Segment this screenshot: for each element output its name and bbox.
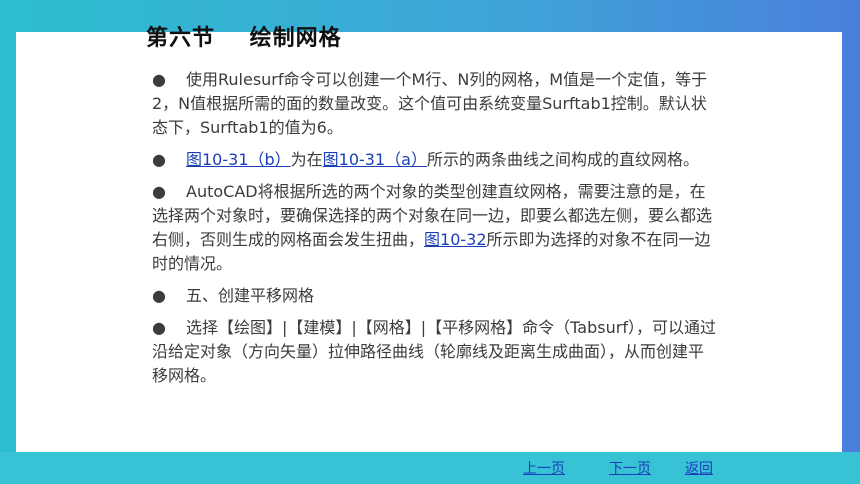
paragraph-rulesurf: ● 使用Rulesurf命令可以创建一个M行、N列的网格，M值是一个定值，等于2，… xyxy=(152,68,718,140)
prev-page-link[interactable]: 上一页 xyxy=(523,458,565,478)
page-title: 第六节 绘制网格 xyxy=(146,26,342,51)
paragraph-figure-10-31: ● 图10-31（b）为在图10-31（a）所示的两条曲线之间构成的直纹网格。 xyxy=(152,148,718,172)
bullet-icon: ● xyxy=(152,70,166,89)
section-heading-tabsurf: ● 五、创建平移网格 xyxy=(152,284,718,308)
figure-10-31b-link[interactable]: 图10-31（b） xyxy=(186,150,291,169)
paragraph-text: 使用Rulesurf命令可以创建一个M行、N列的网格，M值是一个定值，等于2，N… xyxy=(152,70,708,137)
back-link[interactable]: 返回 xyxy=(685,458,713,478)
next-page-link[interactable]: 下一页 xyxy=(609,458,651,478)
figure-10-32-link[interactable]: 图10-32 xyxy=(424,230,487,249)
bullet-icon: ● xyxy=(152,318,166,337)
paragraph-tabsurf: ● 选择【绘图】|【建模】|【网格】|【平移网格】命令（Tabsurf），可以通过… xyxy=(152,316,718,388)
bullet-icon: ● xyxy=(152,150,166,169)
paragraph-text: 为在 xyxy=(290,150,323,169)
paragraph-text: 选择【绘图】|【建模】|【网格】|【平移网格】命令（Tabsurf），可以通过沿… xyxy=(152,318,716,385)
bullet-icon: ● xyxy=(152,182,166,201)
bullet-icon: ● xyxy=(152,286,166,305)
figure-10-31a-link[interactable]: 图10-31（a） xyxy=(323,150,427,169)
slide-content: ● 使用Rulesurf命令可以创建一个M行、N列的网格，M值是一个定值，等于2，… xyxy=(152,68,718,396)
section-heading-text: 五、创建平移网格 xyxy=(186,286,315,305)
bottom-bar xyxy=(0,452,860,484)
paragraph-autocad: ● AutoCAD将根据所选的两个对象的类型创建直纹网格，需要注意的是，在选择两个… xyxy=(152,180,718,276)
paragraph-text: 所示的两条曲线之间构成的直纹网格。 xyxy=(426,150,699,169)
